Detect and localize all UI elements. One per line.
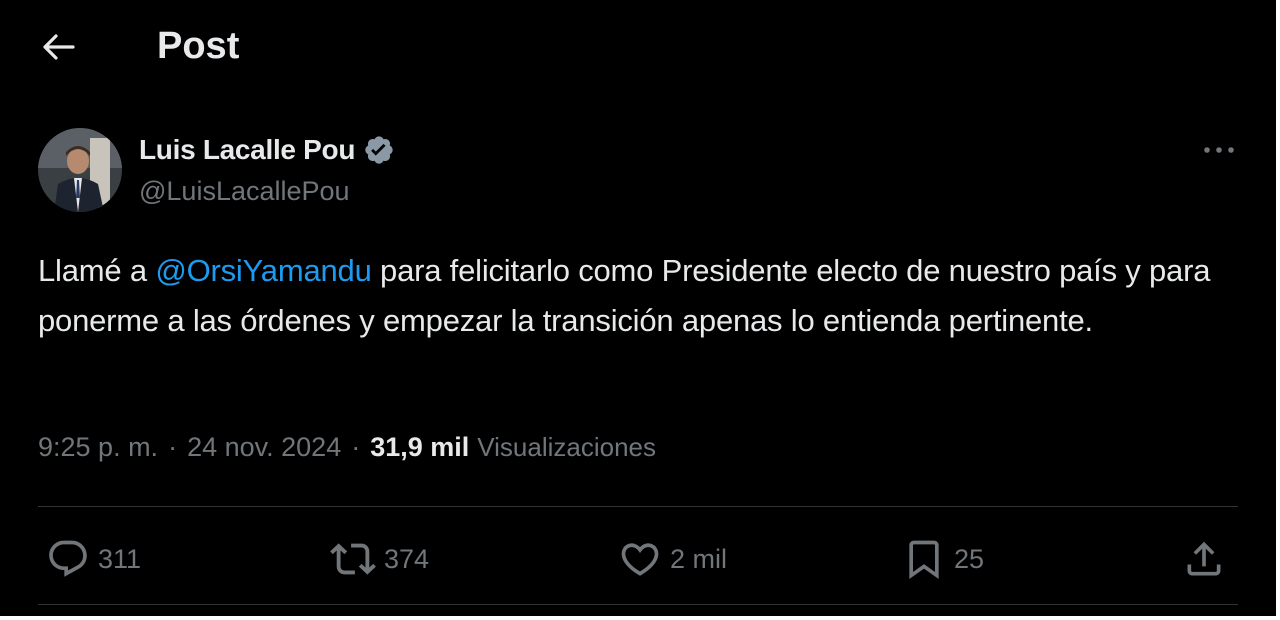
reply-icon <box>49 540 87 577</box>
reply-count: 311 <box>98 543 142 574</box>
more-dots-icon <box>1204 147 1234 153</box>
divider <box>38 506 1238 507</box>
share-button[interactable] <box>1182 535 1226 583</box>
mention-link[interactable]: @OrsiYamandu <box>155 253 371 288</box>
back-button[interactable] <box>34 24 82 70</box>
views-count: 31,9 mil <box>370 432 470 462</box>
header: Post <box>0 0 1276 95</box>
meta-separator-2: · <box>351 432 361 462</box>
tweet-text-before: Llamé a <box>38 253 156 288</box>
verified-badge-icon <box>363 134 395 166</box>
author-name[interactable]: Luis Lacalle Pou <box>139 134 355 166</box>
avatar-image <box>38 128 122 212</box>
divider-bottom <box>38 604 1238 605</box>
share-icon <box>1187 541 1221 576</box>
repost-count: 374 <box>384 543 430 574</box>
bookmark-count: 25 <box>954 543 985 574</box>
tweet-meta: 9:25 p. m. · 24 nov. 2024 · 31,9 mil Vis… <box>38 432 656 472</box>
page-title: Post <box>157 25 240 67</box>
bookmark-icon <box>909 540 939 580</box>
reply-button[interactable]: 311 <box>46 535 141 583</box>
post-view: Post Luis Lacalle Pou @LuisLacallePou Ll… <box>0 0 1276 616</box>
tweet-date[interactable]: 24 nov. 2024 <box>187 432 341 463</box>
more-options-button[interactable] <box>1196 132 1242 168</box>
like-button[interactable]: 2 mil <box>618 535 727 583</box>
author-name-row: Luis Lacalle Pou <box>139 130 395 170</box>
heart-icon <box>621 543 659 576</box>
tweet-text: Llamé a @OrsiYamandu para felicitarlo co… <box>38 246 1218 346</box>
arrow-left-icon <box>43 34 75 60</box>
tweet-time[interactable]: 9:25 p. m. <box>38 432 158 463</box>
views-label: Visualizaciones <box>477 432 657 462</box>
avatar[interactable] <box>38 128 122 212</box>
bookmark-button[interactable]: 25 <box>902 535 984 583</box>
author-handle[interactable]: @LuisLacallePou <box>139 176 350 207</box>
like-count: 2 mil <box>670 543 728 574</box>
repost-icon <box>330 543 376 575</box>
meta-separator: · <box>168 432 178 462</box>
repost-button[interactable]: 374 <box>330 535 429 583</box>
